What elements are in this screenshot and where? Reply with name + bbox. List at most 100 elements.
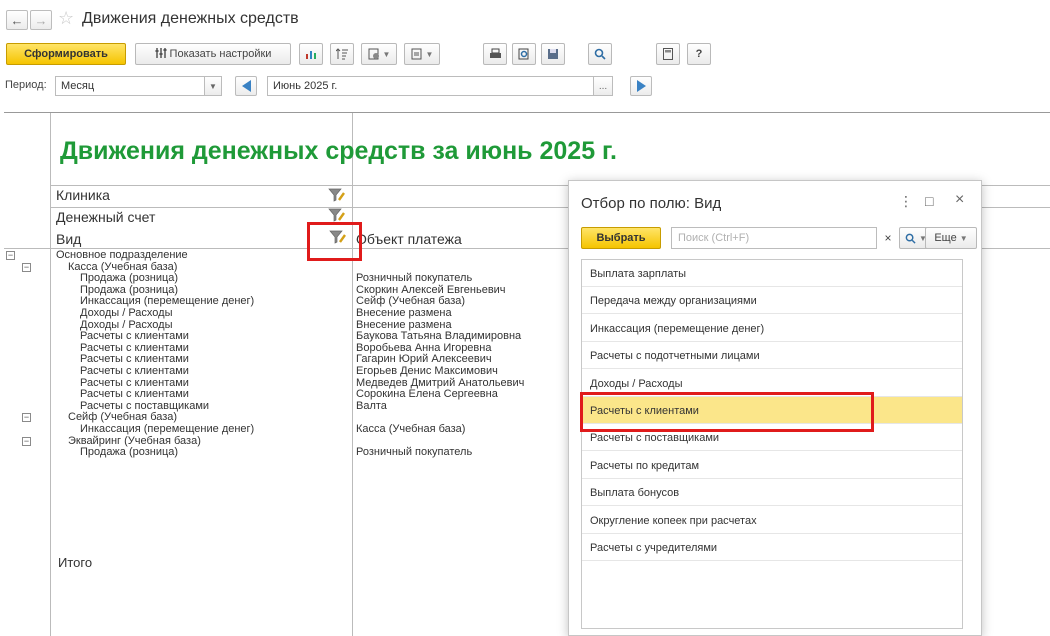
print-button[interactable] [483, 43, 507, 65]
clear-search-button[interactable]: × [881, 227, 895, 249]
row-kind: Расчеты с клиентами [80, 388, 189, 401]
favorite-star-icon[interactable]: ☆ [58, 8, 74, 29]
values-list: Выплата зарплаты Передача между организац… [581, 259, 963, 629]
list-item[interactable]: Расчеты с подотчетными лицами [582, 342, 962, 370]
row-kind: Доходы / Расходы [80, 318, 173, 331]
chart-icon [306, 51, 316, 59]
period-type-select[interactable]: Месяц [55, 76, 205, 96]
period-label: Период: [5, 79, 47, 91]
chevron-down-icon: ▼ [425, 49, 434, 59]
settings-icon [155, 47, 167, 61]
report-variants-icon [368, 48, 379, 60]
generate-button[interactable]: Сформировать [6, 43, 126, 65]
header-clinic: Клиника [56, 187, 110, 203]
row-object: Медведев Дмитрий Анатольевич [356, 376, 525, 389]
popup-title: Отбор по полю: Вид [581, 195, 722, 212]
show-settings-label: Показать настройки [169, 48, 272, 60]
list-item[interactable]: Расчеты по кредитам [582, 452, 962, 479]
variants-button[interactable]: ▼ [361, 43, 397, 65]
period-date-field[interactable]: Июнь 2025 г. [267, 76, 594, 96]
row-kind: Продажа (розница) [80, 446, 179, 459]
calculator-button[interactable] [656, 43, 680, 65]
list-item[interactable]: Расчеты с учредителями [582, 534, 962, 561]
help-button[interactable]: ? [687, 43, 711, 65]
row-object: Касса (Учебная база) [356, 423, 466, 435]
row-kind: Продажа (розница) [80, 272, 179, 285]
row-object: Сейф (Учебная база) [356, 295, 466, 308]
back-button[interactable]: ← [6, 10, 28, 30]
collapse-toggle-icon[interactable]: − [6, 251, 15, 260]
sort-button[interactable] [330, 43, 354, 65]
list-item[interactable]: Выплата зарплаты [582, 260, 962, 287]
list-item[interactable]: Передача между организациями [582, 287, 962, 315]
find-button[interactable] [588, 43, 612, 65]
export-button[interactable]: ▼ [404, 43, 440, 65]
row-kind: Инкассация (перемещение денег) [80, 423, 255, 435]
chart-button[interactable] [299, 43, 323, 65]
back-arrow-icon: ← [10, 12, 24, 28]
previous-period-button[interactable] [235, 76, 257, 96]
floppy-disk-icon [548, 49, 558, 59]
row-object: Внесение размена [356, 318, 452, 331]
printer-icon [489, 48, 501, 58]
row-kind: Расчеты с клиентами [80, 341, 189, 354]
next-period-button[interactable] [630, 76, 652, 96]
forward-button[interactable]: → [30, 10, 52, 30]
chevron-down-icon: ▼ [382, 49, 391, 59]
selection-highlight-frame [580, 392, 874, 432]
menu-icon[interactable]: ⋮ [899, 193, 913, 210]
period-bar: Период: Месяц ▼ Июнь 2025 г. ... [0, 74, 1050, 98]
row-kind: Эквайринг (Учебная база) [68, 434, 201, 447]
collapse-toggle-icon[interactable]: − [22, 413, 31, 423]
window-title: Движения денежных средств [82, 10, 299, 27]
export-icon [411, 48, 422, 60]
list-item[interactable]: Выплата бонусов [582, 479, 962, 507]
preview-button[interactable] [512, 43, 536, 65]
search-input[interactable]: Поиск (Ctrl+F) [671, 227, 877, 249]
forward-arrow-icon: → [34, 12, 48, 28]
title-bar: ← → ☆ Движения денежных средств [0, 0, 1050, 40]
filter-icon[interactable] [328, 207, 346, 223]
period-select-button[interactable]: ... [593, 76, 613, 96]
row-object: Сорокина Елена Сергеевна [356, 388, 498, 401]
arrow-left-icon [241, 80, 251, 92]
row-kind: Расчеты с клиентами [80, 365, 189, 377]
row-object: Воробьева Анна Игоревна [356, 341, 492, 354]
save-button[interactable] [541, 43, 565, 65]
row-object: Егорьев Денис Максимович [356, 365, 498, 377]
sort-icon [336, 48, 348, 60]
toolbar: Сформировать Показать настройки ▼ ▼ ? [0, 40, 1050, 70]
calculator-icon [663, 48, 673, 60]
row-kind: Расчеты с клиентами [80, 376, 189, 389]
print-preview-icon [518, 48, 529, 60]
maximize-icon[interactable]: □ [925, 193, 933, 209]
more-button[interactable]: Еще ▼ [925, 227, 977, 249]
row-kind: Сейф (Учебная база) [68, 411, 178, 424]
chevron-down-icon: ▼ [209, 81, 217, 91]
row-kind: Основное подразделение [56, 249, 188, 261]
row-kind: Расчеты с поставщиками [80, 399, 210, 412]
list-item[interactable]: Инкассация (перемещение денег) [582, 315, 962, 342]
header-account: Денежный счет [56, 209, 156, 225]
filter-icon[interactable] [328, 187, 346, 203]
arrow-right-icon [636, 80, 646, 92]
row-kind: Доходы / Расходы [80, 307, 173, 319]
collapse-toggle-icon[interactable]: − [22, 436, 31, 446]
row-object: Валта [356, 399, 387, 412]
list-item[interactable]: Округление копеек при расчетах [582, 507, 962, 534]
row-kind: Касса (Учебная база) [68, 260, 178, 273]
report-title: Движения денежных средств за июнь 2025 г… [60, 137, 617, 165]
row-kind: Продажа (розница) [80, 283, 179, 296]
row-object: Баукова Татьяна Владимировна [356, 330, 522, 343]
row-object: Розничный покупатель [356, 446, 473, 459]
select-button[interactable]: Выбрать [581, 227, 661, 249]
collapse-toggle-icon[interactable]: − [22, 262, 31, 272]
header-kind: Вид [56, 231, 82, 247]
header-object: Объект платежа [356, 231, 462, 247]
show-settings-button[interactable]: Показать настройки [135, 43, 291, 65]
row-kind: Расчеты с клиентами [80, 353, 189, 366]
period-type-dropdown[interactable]: ▼ [204, 76, 222, 96]
close-icon[interactable]: × [955, 191, 964, 209]
row-kind: Расчеты с клиентами [80, 330, 189, 343]
row-kind: Инкассация (перемещение денег) [80, 295, 255, 308]
